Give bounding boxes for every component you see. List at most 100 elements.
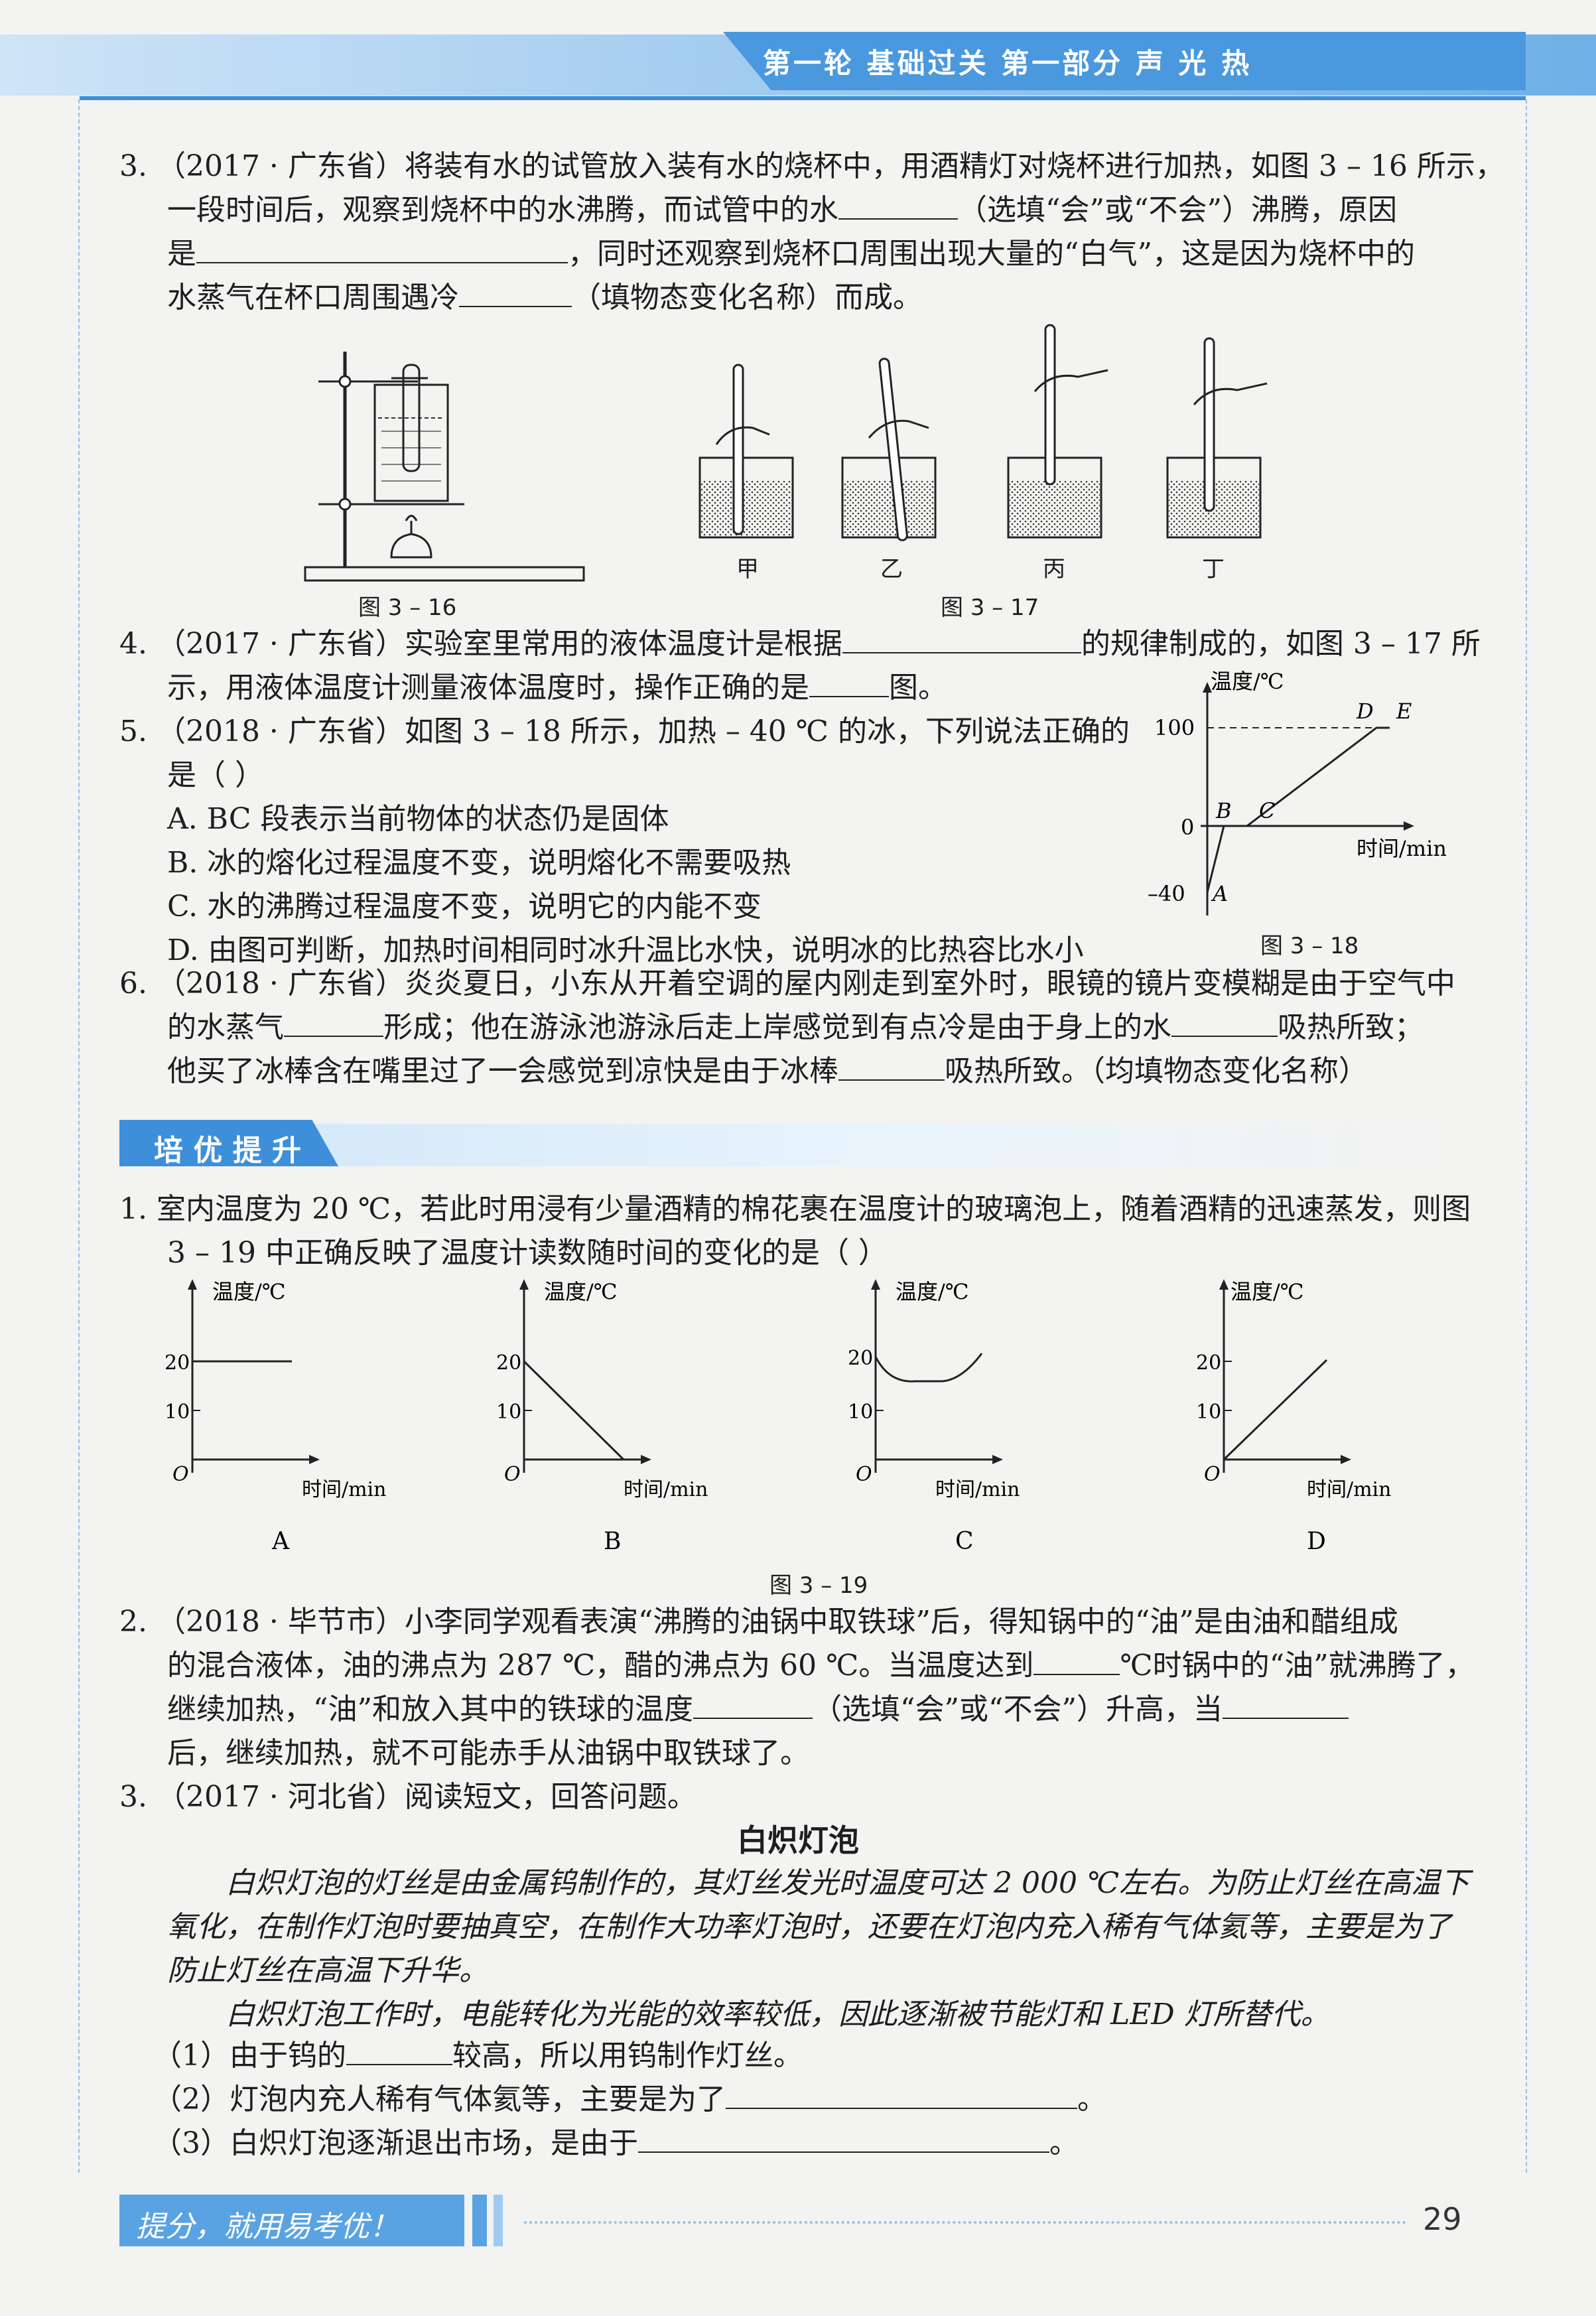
fig318-point-e: E (1396, 699, 1412, 724)
fig318-point-c: C (1259, 798, 1275, 823)
reading-q2-blank[interactable] (726, 2081, 1077, 2109)
q4-blank-2[interactable] (809, 669, 889, 697)
chart-b-origin: O (504, 1463, 521, 1486)
figure-3-18-caption: 图 3 – 18 (1260, 933, 1359, 959)
header-title: 第一轮 基础过关 第一部分 声 光 热 (763, 47, 1252, 80)
chart-option-a: 温度/℃ 20 10 O 时间/min (165, 1279, 386, 1501)
q3-blank-3[interactable] (459, 279, 572, 307)
reading-q2-text: 。 (1077, 2082, 1106, 2116)
q6-blank-1[interactable] (284, 1009, 383, 1037)
q6-blank-2[interactable] (1171, 1009, 1278, 1037)
q6-text: 形成；他在游泳池游泳后走上岸感觉到有点冷是由于身上的水 (383, 1010, 1171, 1044)
reading-q2-text: （2）灯泡内充人稀有气体氦等，主要是为了 (153, 2082, 726, 2116)
p2-blank-3[interactable] (1222, 1691, 1349, 1719)
fig318-tick-100: 100 (1154, 715, 1195, 740)
p2-text: 继续加热，“油”和放入其中的铁球的温度 (167, 1692, 693, 1726)
q4-blank-1[interactable] (842, 626, 1081, 653)
q3-line3: 是 ，同时还观察到烧杯口周围出现大量的“白气”，这是因为烧杯中的 (119, 232, 1453, 276)
figure-3-17 (698, 324, 1268, 541)
q3-blank-2[interactable] (196, 236, 568, 263)
q4-text: 图。 (889, 671, 947, 705)
q4-text: 示，用液体温度计测量液体温度时，操作正确的是 (167, 671, 809, 705)
chart-c-tick-20: 20 (848, 1347, 873, 1370)
reading-q3-text: 。 (1049, 2126, 1079, 2160)
fig318-point-a: A (1211, 881, 1228, 906)
beaker-jia (698, 364, 794, 539)
chart-d-tick-20: 20 (1196, 1351, 1221, 1375)
chart-a-tick-20: 20 (165, 1351, 190, 1375)
fig317-label-ding: 丁 (1202, 556, 1225, 582)
fig318-point-b: B (1215, 798, 1232, 823)
beaker-ding (1166, 337, 1268, 539)
chart-option-d: 温度/℃ 20 10 O 时间/min (1196, 1279, 1391, 1501)
chart-c-origin: O (856, 1463, 872, 1486)
chart-b-tick-20: 20 (496, 1351, 521, 1375)
p2-text: 的混合液体，油的沸点为 287 ℃，醋的沸点为 60 ℃。当温度达到 (167, 1649, 1034, 1682)
reading-q1-blank[interactable] (346, 2037, 452, 2065)
fig318-tick-0: 0 (1181, 815, 1194, 840)
q4-text: 的规律制成的，如图 3 – 17 所 (1081, 627, 1481, 661)
chart-a-ylabel: 温度/℃ (212, 1279, 286, 1304)
chart-d-xlabel: 时间/min (1307, 1478, 1391, 1501)
q4-text: 4. （2017 · 广东省）实验室里常用的液体温度计是根据 (119, 627, 842, 661)
fig319-option-c-label: C (955, 1528, 974, 1552)
q6-text: 的水蒸气 (167, 1010, 284, 1044)
chart-c-tick-10: 10 (848, 1400, 873, 1424)
p2-text: ℃时锅中的“油”就沸腾了， (1120, 1649, 1475, 1682)
fig317-label-yi: 乙 (880, 556, 903, 582)
fig318-curve (1206, 726, 1390, 893)
q4-line1: 4. （2017 · 广东省）实验室里常用的液体温度计是根据 的规律制成的，如图 … (119, 622, 1481, 666)
figure-3-17-caption: 图 3 – 17 (941, 594, 1039, 621)
fig318-xlabel: 时间/min (1357, 836, 1447, 861)
footer-stripe-2 (494, 2195, 503, 2246)
fig318-point-d: D (1356, 699, 1374, 724)
q6-line3: 他买了冰棒含在嘴里过了一会感觉到凉快是由于冰棒 吸热所致。（均填物态变化名称） (119, 1050, 1453, 1093)
q6-blank-3[interactable] (838, 1053, 945, 1081)
page-number: 29 (1423, 2201, 1462, 2237)
q3-line4: 水蒸气在杯口周围遇冷 （填物态变化名称）而成。 (119, 276, 1453, 320)
reading-q1-text: 较高，所以用钨制作灯丝。 (452, 2039, 803, 2073)
chart-d-origin: O (1204, 1463, 1221, 1486)
advanced-question-3: 3. （2017 · 河北省）阅读短文，回答问题。 (119, 1775, 1453, 1819)
figure-3-18: 温度/℃ 时间/min 100 0 –40 A B C D E (1148, 669, 1447, 916)
q6-line1: 6. （2018 · 广东省）炎炎夏日，小东从开着空调的屋内刚走到室外时，眼镜的… (119, 967, 1455, 1000)
reading-q3: （3）白炽灯泡逐渐退出市场，是由于 。 (119, 2122, 1453, 2165)
p2-line2: 的混合液体，油的沸点为 287 ℃，醋的沸点为 60 ℃。当温度达到 ℃时锅中的“… (119, 1644, 1475, 1688)
section-title: 培 优 提 升 (154, 1134, 301, 1168)
figure-3-19: 温度/℃ 20 10 O 时间/min 温度/℃ 20 10 O 时间/min … (165, 1279, 1391, 1552)
reading-q1-text: （1）由于钨的 (153, 2039, 346, 2073)
reading-para1-line2: 氧化，在制作灯泡时要抽真空，在制作大功率灯泡时，还要在灯泡内充入稀有气体氦等，主… (167, 1910, 1451, 1944)
advanced-question-1: 1. 室内温度为 20 ℃，若此时用浸有少量酒精的棉花裹在温度计的玻璃泡上，随着… (119, 1188, 1471, 1275)
p2-text: （选填“会”或“不会”）升高，当 (813, 1692, 1223, 1726)
p2-line4: 后，继续加热，就不可能赤手从油锅中取铁球了。 (167, 1736, 809, 1770)
fig318-ylabel: 温度/℃ (1211, 669, 1284, 694)
q6-line2: 的水蒸气 形成；他在游泳池游泳后走上岸感觉到有点冷是由于身上的水 吸热所致； (119, 1006, 1453, 1050)
chart-a-xlabel: 时间/min (302, 1478, 386, 1501)
figure-3-19-caption: 图 3 – 19 (769, 1572, 868, 1599)
q6-text: 吸热所致。（均填物态变化名称） (945, 1054, 1368, 1088)
q3-blank-1[interactable] (838, 192, 958, 220)
q3-text: 水蒸气在杯口周围遇冷 (167, 281, 459, 314)
reading-q3-blank[interactable] (638, 2125, 1049, 2153)
footer-stripe-1 (472, 2195, 487, 2246)
p1-line2[interactable]: 3 – 19 中正确反映了温度计读数随时间的变化的是（ ） (119, 1231, 1453, 1275)
p2-blank-2[interactable] (693, 1691, 813, 1719)
chart-b-tick-10: 10 (496, 1400, 521, 1424)
p2-line1: 2. （2018 · 毕节市）小李同学观看表演“沸腾的油锅中取铁球”后，得知锅中… (119, 1605, 1398, 1639)
q3-line1: 3. （2017 · 广东省）将装有水的试管放入装有水的烧杯中，用酒精灯对烧杯进… (119, 149, 1504, 183)
advanced-question-2: 2. （2018 · 毕节市）小李同学观看表演“沸腾的油锅中取铁球”后，得知锅中… (119, 1600, 1475, 1775)
chart-d-ylabel: 温度/℃ (1230, 1279, 1304, 1304)
figure-3-16 (304, 352, 585, 582)
footer-slogan: 提分，就用易考优！ (136, 2210, 399, 2244)
fig317-label-jia: 甲 (736, 556, 759, 582)
q6-text: 吸热所致； (1278, 1010, 1424, 1044)
p2-blank-1[interactable] (1033, 1647, 1120, 1675)
q3-text: （选填“会”或“不会”）沸腾，原因 (958, 193, 1397, 227)
chart-c-ylabel: 温度/℃ (896, 1279, 969, 1304)
reading-q2: （2）灯泡内充人稀有气体氦等，主要是为了 。 (119, 2078, 1453, 2122)
chart-b-ylabel: 温度/℃ (544, 1279, 618, 1304)
chart-option-c: 温度/℃ 20 10 O 时间/min (848, 1279, 1020, 1501)
chart-a-tick-10: 10 (165, 1400, 190, 1424)
p3-line1: 3. （2017 · 河北省）阅读短文，回答问题。 (119, 1780, 697, 1814)
question-3: 3. （2017 · 广东省）将装有水的试管放入装有水的烧杯中，用酒精灯对烧杯进… (119, 145, 1504, 320)
